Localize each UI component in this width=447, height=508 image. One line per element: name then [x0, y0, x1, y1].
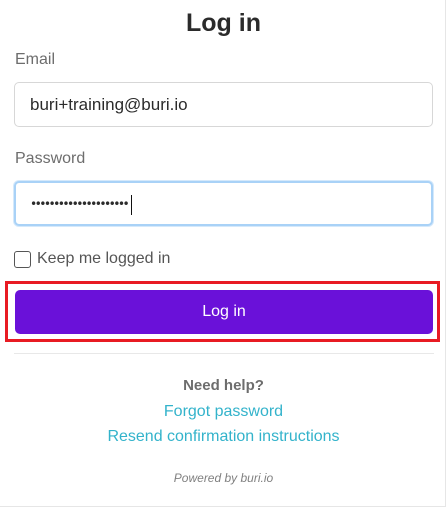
powered-by-text: Powered by buri.io [173, 471, 274, 485]
page-title: Log in [186, 9, 261, 37]
resend-confirmation-link[interactable]: Resend confirmation instructions [0, 428, 447, 446]
email-label: Email [15, 51, 56, 68]
help-heading: Need help? [183, 377, 264, 394]
login-button[interactable]: Log in [15, 290, 433, 334]
remember-me-checkbox[interactable] [14, 250, 31, 268]
email-value: buri+training@buri.io [30, 95, 188, 114]
password-masked-value: ••••••••••••••••••••• [30, 197, 130, 212]
divider [14, 353, 434, 354]
forgot-password-link[interactable]: Forgot password [0, 403, 447, 421]
password-field[interactable]: ••••••••••••••••••••• [14, 181, 433, 226]
remember-me-row[interactable]: Keep me logged in [14, 248, 170, 270]
text-cursor [131, 194, 133, 215]
password-label: Password [15, 150, 86, 167]
remember-me-label[interactable]: Keep me logged in [37, 250, 170, 268]
email-field[interactable]: buri+training@buri.io [14, 82, 433, 127]
